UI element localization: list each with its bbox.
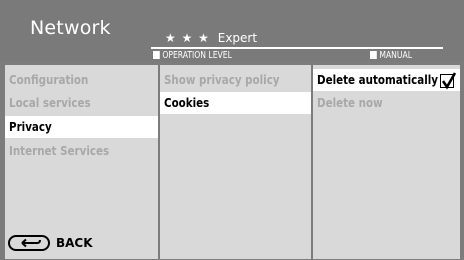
menu-column-categories: Configuration Local services Privacy Int… — [5, 65, 158, 259]
menu-column-privacy: Show privacy policy Cookies — [160, 65, 311, 259]
menu-item-delete-automatically[interactable]: Delete automatically — [313, 69, 460, 91]
menu-item-cookies[interactable]: Cookies — [160, 92, 311, 114]
square-icon — [153, 51, 160, 59]
menu-item-internet-services[interactable]: Internet Services — [5, 140, 158, 162]
checkmark-icon — [441, 72, 457, 90]
menu-column-cookies: Delete automatically Delete now — [313, 65, 460, 259]
page-title: Network — [30, 17, 111, 39]
menu-item-privacy[interactable]: Privacy — [5, 116, 158, 138]
operation-level-bar: OPERATION LEVEL MANUAL — [151, 47, 443, 61]
manual-label: MANUAL — [370, 50, 412, 61]
menu-item-delete-now[interactable]: Delete now — [313, 92, 460, 114]
operation-level-indicator: ★ ★ ★ Expert — [165, 31, 257, 45]
back-button[interactable]: BACK — [8, 233, 93, 253]
back-label: BACK — [56, 236, 93, 250]
operation-level-label: OPERATION LEVEL — [153, 50, 232, 61]
back-icon — [8, 235, 50, 251]
square-icon — [370, 51, 377, 59]
menu-header: Network ★ ★ ★ Expert OPERATION LEVEL MAN… — [0, 0, 464, 62]
menu-item-local-services[interactable]: Local services — [5, 92, 158, 114]
level-stars: ★ ★ ★ — [165, 31, 210, 45]
tv-menu-frame: Network ★ ★ ★ Expert OPERATION LEVEL MAN… — [0, 0, 464, 260]
level-name: Expert — [217, 31, 258, 45]
checkbox-delete-automatically[interactable] — [440, 72, 457, 90]
menu-item-configuration[interactable]: Configuration — [5, 69, 158, 91]
menu-item-show-privacy-policy[interactable]: Show privacy policy — [160, 69, 311, 91]
